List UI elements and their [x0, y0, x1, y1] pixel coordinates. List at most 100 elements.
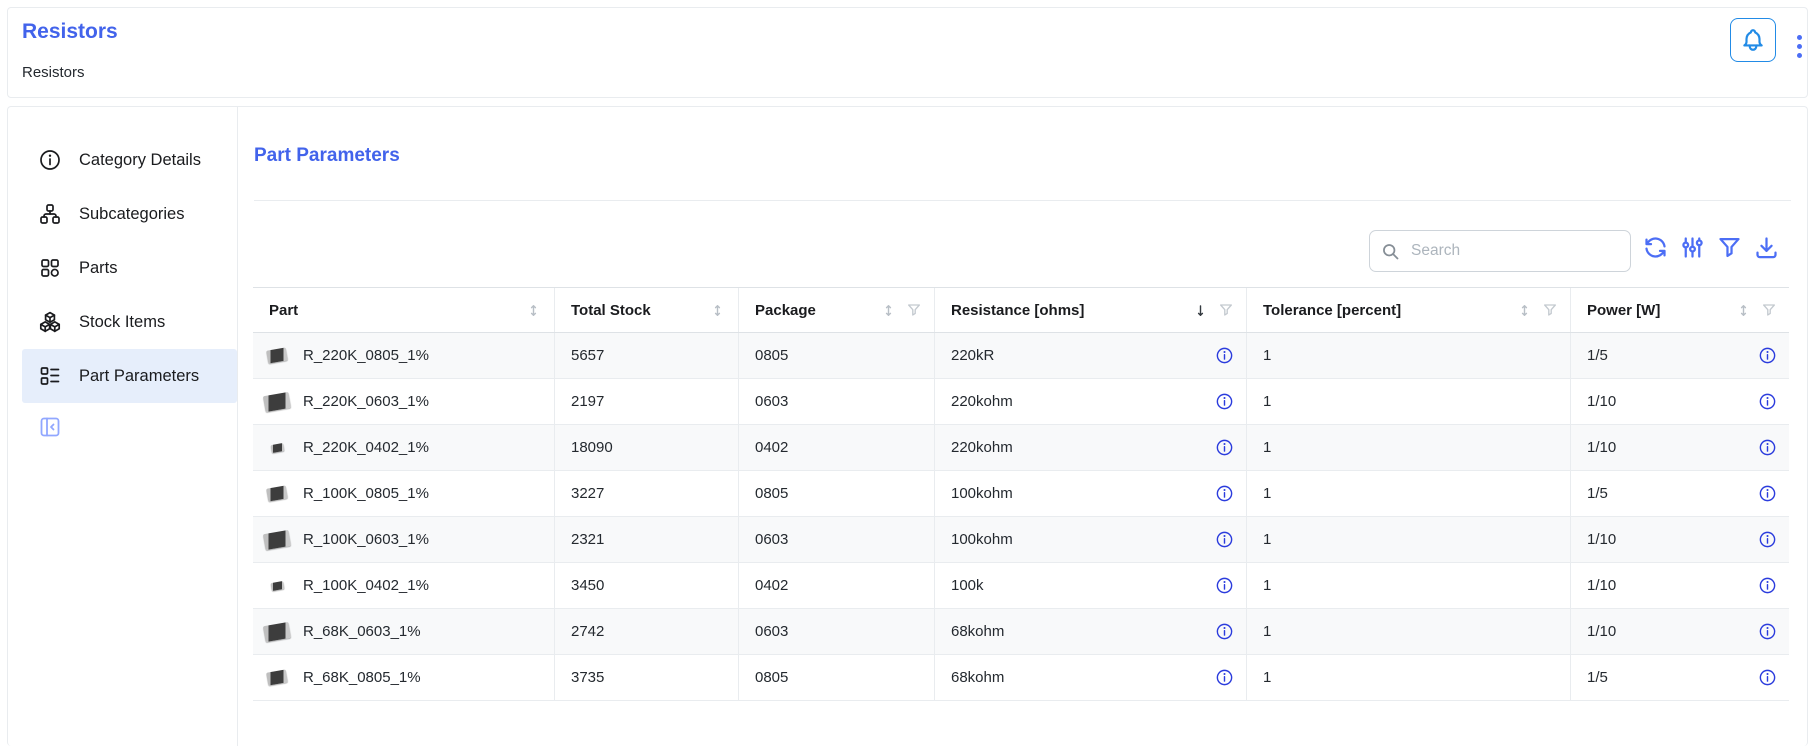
- parameter-info-button[interactable]: [1758, 392, 1777, 411]
- resistance-cell: 220kR: [935, 333, 1247, 378]
- parameter-info-button[interactable]: [1758, 530, 1777, 549]
- column-header-total-stock[interactable]: Total Stock: [555, 288, 739, 332]
- sort-icon: [1735, 302, 1752, 319]
- parameter-info-button[interactable]: [1758, 622, 1777, 641]
- info-circle-icon: [1758, 668, 1777, 687]
- column-header-package[interactable]: Package: [739, 288, 935, 332]
- parameter-info-button[interactable]: [1758, 576, 1777, 595]
- part-name[interactable]: R_100K_0603_1%: [303, 531, 429, 548]
- sidebar-collapse-button[interactable]: [38, 415, 62, 439]
- sidebar-item-subcategories[interactable]: Subcategories: [22, 187, 237, 241]
- parameter-info-button[interactable]: [1758, 438, 1777, 457]
- package-cell: 0805: [739, 333, 935, 378]
- search-input[interactable]: [1409, 241, 1620, 261]
- column-filter-icon[interactable]: [1761, 302, 1777, 318]
- table-row[interactable]: R_68K_0805_1% 3735 0805 68kohm 1 1/5: [253, 655, 1789, 701]
- table-row[interactable]: R_100K_0805_1% 3227 0805 100kohm 1 1/5: [253, 471, 1789, 517]
- column-filter-icon[interactable]: [1542, 302, 1558, 318]
- parameter-info-button[interactable]: [1215, 668, 1234, 687]
- part-name[interactable]: R_220K_0402_1%: [303, 439, 429, 456]
- table-row[interactable]: R_100K_0402_1% 3450 0402 100k 1 1/10: [253, 563, 1789, 609]
- breadcrumb[interactable]: Resistors: [22, 64, 85, 81]
- total-stock-cell: 3735: [555, 655, 739, 700]
- refresh-button[interactable]: [1642, 234, 1669, 261]
- parameter-info-button[interactable]: [1215, 346, 1234, 365]
- table-toolbar: [1642, 234, 1780, 261]
- part-name[interactable]: R_100K_0805_1%: [303, 485, 429, 502]
- parameter-info-button[interactable]: [1215, 392, 1234, 411]
- sidebar-item-part-parameters[interactable]: Part Parameters: [22, 349, 237, 403]
- main-panel: Category Details Subcategories Parts S: [7, 106, 1808, 746]
- resistance-cell: 100kohm: [935, 471, 1247, 516]
- sidebar-item-label: Part Parameters: [79, 367, 199, 386]
- package-cell: 0603: [739, 609, 935, 654]
- tolerance-cell: 1: [1247, 333, 1571, 378]
- part-name[interactable]: R_68K_0805_1%: [303, 669, 421, 686]
- power-cell: 1/10: [1571, 517, 1789, 562]
- total-stock-cell: 3227: [555, 471, 739, 516]
- power-cell: 1/5: [1571, 655, 1789, 700]
- total-stock-cell: 2742: [555, 609, 739, 654]
- sidebar-item-stock-items[interactable]: Stock Items: [22, 295, 237, 349]
- table-filters-button[interactable]: [1716, 234, 1743, 261]
- sidebar-item-category-details[interactable]: Category Details: [22, 133, 237, 187]
- list-details-icon: [38, 364, 62, 388]
- resistor-chip-image: [270, 580, 284, 590]
- power-cell: 1/5: [1571, 471, 1789, 516]
- table-row[interactable]: R_220K_0603_1% 2197 0603 220kohm 1 1/10: [253, 379, 1789, 425]
- part-name[interactable]: R_220K_0805_1%: [303, 347, 429, 364]
- table-row[interactable]: R_100K_0603_1% 2321 0603 100kohm 1 1/10: [253, 517, 1789, 563]
- parameter-info-button[interactable]: [1758, 484, 1777, 503]
- parameter-info-button[interactable]: [1215, 622, 1234, 641]
- info-circle-icon: [1758, 484, 1777, 503]
- notifications-button[interactable]: [1730, 18, 1776, 62]
- part-name[interactable]: R_100K_0402_1%: [303, 577, 429, 594]
- resistance-cell: 100kohm: [935, 517, 1247, 562]
- parameter-info-button[interactable]: [1758, 668, 1777, 687]
- total-stock-cell: 2197: [555, 379, 739, 424]
- table-columns-button[interactable]: [1679, 234, 1706, 261]
- power-cell: 1/10: [1571, 609, 1789, 654]
- parameter-info-button[interactable]: [1215, 484, 1234, 503]
- column-filter-icon[interactable]: [906, 302, 922, 318]
- package-cell: 0805: [739, 471, 935, 516]
- parameter-info-button[interactable]: [1215, 530, 1234, 549]
- column-header-tolerance[interactable]: Tolerance [percent]: [1247, 288, 1571, 332]
- download-icon: [1753, 234, 1780, 261]
- resistor-chip-image: [263, 391, 291, 411]
- column-filter-icon[interactable]: [1218, 302, 1234, 318]
- tolerance-cell: 1: [1247, 609, 1571, 654]
- overflow-menu-button[interactable]: [1790, 26, 1808, 66]
- part-thumbnail: [261, 386, 293, 418]
- table-row[interactable]: R_220K_0805_1% 5657 0805 220kR 1 1/5: [253, 333, 1789, 379]
- part-thumbnail: [261, 340, 293, 372]
- part-name[interactable]: R_68K_0603_1%: [303, 623, 421, 640]
- parameter-info-button[interactable]: [1758, 346, 1777, 365]
- part-cell: R_100K_0402_1%: [253, 563, 555, 608]
- info-circle-icon: [1215, 576, 1234, 595]
- sort-icon: [1516, 302, 1533, 319]
- sort-icon: [709, 302, 726, 319]
- download-button[interactable]: [1753, 234, 1780, 261]
- info-circle-icon: [1758, 346, 1777, 365]
- sitemap-icon: [38, 202, 62, 226]
- column-header-power[interactable]: Power [W]: [1571, 288, 1789, 332]
- parameter-info-button[interactable]: [1215, 438, 1234, 457]
- info-circle-icon: [1215, 392, 1234, 411]
- resistor-chip-image: [266, 347, 288, 363]
- table-row[interactable]: R_68K_0603_1% 2742 0603 68kohm 1 1/10: [253, 609, 1789, 655]
- part-name[interactable]: R_220K_0603_1%: [303, 393, 429, 410]
- sidebar-item-parts[interactable]: Parts: [22, 241, 237, 295]
- sidebar-collapse-icon: [38, 415, 62, 439]
- part-thumbnail: [261, 570, 293, 602]
- column-header-part[interactable]: Part: [253, 288, 555, 332]
- column-header-resistance[interactable]: Resistance [ohms]: [935, 288, 1247, 332]
- table-row[interactable]: R_220K_0402_1% 18090 0402 220kohm 1 1/10: [253, 425, 1789, 471]
- power-cell: 1/10: [1571, 425, 1789, 470]
- table-header-row: Part Total Stock Package Resistance: [253, 287, 1789, 333]
- parameter-info-button[interactable]: [1215, 576, 1234, 595]
- tolerance-cell: 1: [1247, 425, 1571, 470]
- power-cell: 1/10: [1571, 379, 1789, 424]
- sidebar-item-label: Stock Items: [79, 313, 165, 332]
- package-cell: 0402: [739, 425, 935, 470]
